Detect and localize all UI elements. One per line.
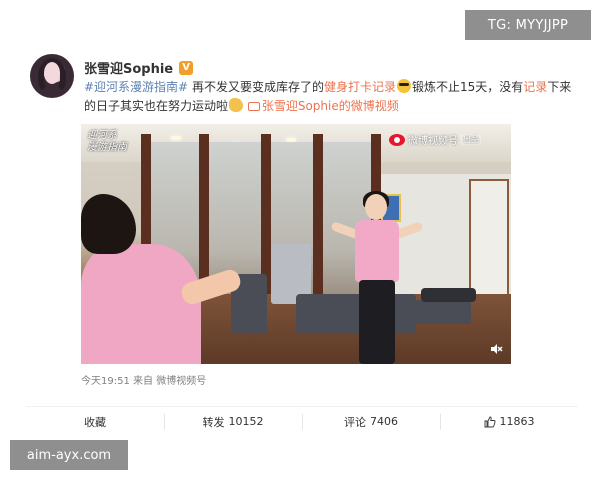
post-meta: 今天19:51 来自 微博视频号 (81, 372, 206, 387)
video-foreground-person (81, 184, 243, 364)
repost-count: 10152 (228, 415, 264, 428)
favorite-label: 收藏 (84, 415, 106, 429)
watermark-bottom-left: aim-ayx.com (10, 440, 128, 470)
video-source-logo: 微博视频号 出品 (389, 132, 481, 147)
mute-icon[interactable] (489, 342, 503, 356)
thumbs-up-icon (484, 416, 496, 427)
sunglasses-emoji-icon (396, 79, 411, 93)
like-button[interactable]: 11863 (440, 407, 578, 436)
video-link[interactable]: 张雪迎Sophie的微博视频 (247, 99, 399, 113)
like-count: 11863 (499, 415, 535, 428)
post-time[interactable]: 今天19:51 (81, 376, 130, 387)
username-link[interactable]: 张雪迎Sophie (84, 58, 173, 77)
video-person (330, 191, 424, 364)
topic-link[interactable]: #迎河系漫游指南# (84, 80, 188, 94)
favorite-button[interactable]: 收藏 (26, 407, 164, 436)
verified-badge-icon: V (179, 60, 194, 75)
post-text: #迎河系漫游指南# 再不发又要变成库存了的健身打卡记录 锻炼不止15天，没有记录下… (84, 78, 576, 116)
avatar[interactable] (30, 54, 74, 98)
weibo-logo-icon (389, 133, 405, 146)
video-caption: 迎河系 漫游指南 (87, 130, 127, 153)
keyword-link-fitness[interactable]: 健身打卡记录 (324, 80, 396, 94)
action-bar: 收藏 转发 10152 评论 7406 11863 (26, 406, 578, 436)
video-link-icon (247, 102, 260, 111)
comment-button[interactable]: 评论 7406 (302, 407, 440, 436)
video-player[interactable]: 迎河系 漫游指南 微博视频号 出品 (81, 124, 511, 364)
post-text-part2: 锻炼不止15天，没有 (411, 80, 524, 94)
comment-label: 评论 (344, 415, 366, 429)
repost-label: 转发 (202, 415, 225, 429)
post-text-part1: 再不发又要变成库存了的 (188, 80, 324, 94)
muscle-emoji-icon (229, 98, 244, 112)
keyword-link-record[interactable]: 记录 (523, 80, 547, 94)
watermark-top-right: TG: MYYJJPP (465, 10, 591, 40)
repost-button[interactable]: 转发 10152 (164, 407, 302, 436)
video-link-label: 张雪迎Sophie的微博视频 (261, 99, 399, 113)
comment-count: 7406 (370, 415, 398, 428)
username-row: 张雪迎Sophie V (84, 58, 194, 77)
post-source[interactable]: 来自 微博视频号 (133, 376, 206, 387)
